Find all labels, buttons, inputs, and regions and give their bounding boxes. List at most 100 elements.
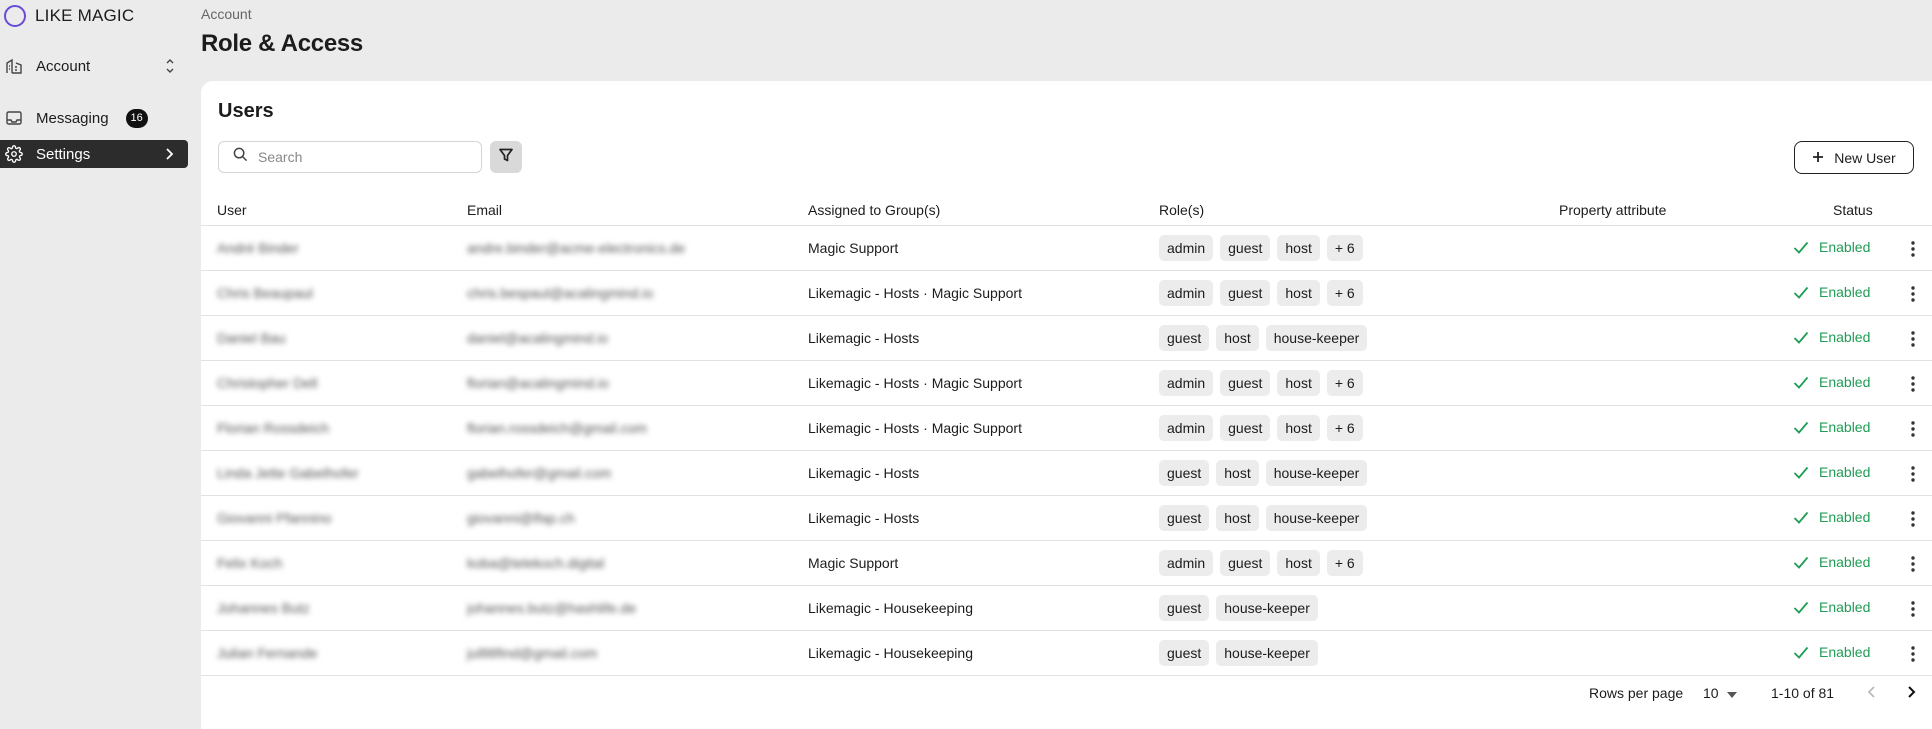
row-actions-button[interactable] (1905, 463, 1921, 485)
previous-page-button[interactable] (1862, 682, 1882, 705)
user-name: Julian Fernande (217, 645, 318, 661)
column-header-roles[interactable]: Role(s) (1159, 202, 1204, 218)
role-chip: guest (1159, 325, 1210, 351)
filter-button[interactable] (490, 141, 522, 173)
table-row[interactable]: Johannes Butz johannes.butz@hashlife.de Li… (201, 586, 1932, 631)
user-name: André Binder (217, 240, 299, 256)
more-vertical-icon (1911, 556, 1915, 572)
breadcrumb[interactable]: Account (201, 6, 252, 22)
column-header-groups[interactable]: Assigned to Group(s) (808, 202, 940, 218)
sidebar-item-messaging[interactable]: Messaging 16 (0, 104, 188, 132)
next-page-button[interactable] (1901, 682, 1921, 705)
new-user-button[interactable]: New User (1794, 141, 1914, 174)
role-chip: guest (1220, 235, 1271, 261)
table-row[interactable]: Christopher Dell florian@acalingmind.io Li… (201, 361, 1932, 406)
role-chips: admin guest host + 6 (1159, 370, 1363, 396)
role-chip: house-keeper (1265, 325, 1368, 351)
row-actions-button[interactable] (1905, 373, 1921, 395)
row-actions-button[interactable] (1905, 238, 1921, 260)
role-chip: guest (1159, 595, 1210, 621)
user-email: koba@telekoch.digital (467, 555, 605, 571)
table-row[interactable]: André Binder andre.binder@acme-electronic… (201, 226, 1932, 271)
search-input[interactable] (258, 149, 468, 165)
rows-per-page-select[interactable]: 10 (1703, 685, 1737, 701)
column-header-email[interactable]: Email (467, 202, 502, 218)
role-chips: guest house-keeper (1159, 640, 1318, 666)
user-groups: Likemagic - Hosts · Magic Support (808, 420, 1022, 436)
user-groups: Likemagic - Housekeeping (808, 645, 973, 661)
role-chips: guest house-keeper (1159, 595, 1318, 621)
role-chip: host (1277, 370, 1320, 396)
table-row[interactable]: Linda Jette Gabelhofer gabelhofer@gmail.c… (201, 451, 1932, 496)
sidebar-item-label: Messaging (36, 109, 109, 127)
status-text: Enabled (1819, 329, 1871, 345)
chevron-up-down-icon (164, 56, 176, 80)
user-name: Christopher Dell (217, 375, 318, 391)
search-box[interactable] (218, 141, 482, 173)
user-email: daniel@acalingmind.io (467, 330, 609, 346)
gear-icon (4, 144, 24, 164)
status-text: Enabled (1819, 644, 1871, 660)
row-actions-button[interactable] (1905, 283, 1921, 305)
role-chip: host (1277, 280, 1320, 306)
row-actions-button[interactable] (1905, 553, 1921, 575)
user-email: gabelhofer@gmail.com (467, 465, 612, 481)
column-header-user[interactable]: User (217, 202, 247, 218)
caret-down-icon (1726, 685, 1737, 701)
user-email: andre.binder@acme-electronics.de (467, 240, 686, 256)
sidebar-item-account[interactable]: Account (0, 52, 188, 80)
column-header-property[interactable]: Property attribute (1559, 202, 1666, 218)
more-vertical-icon (1911, 466, 1915, 482)
table-row[interactable]: Chris Beaupaul chris.bespaul@acalingmind.… (201, 271, 1932, 316)
sidebar: LIKE MAGIC Account Messaging 16 Settings (0, 0, 190, 729)
table-row[interactable]: Daniel Bau daniel@acalingmind.io Likemagic… (201, 316, 1932, 361)
user-groups: Likemagic - Housekeeping (808, 600, 973, 616)
users-card: Users New User User Email Assigned to Gr… (201, 81, 1932, 729)
status-text: Enabled (1819, 554, 1871, 570)
table-row[interactable]: Florian Rossdeich florian.rossdeich@gmail… (201, 406, 1932, 451)
more-vertical-icon (1911, 376, 1915, 392)
plus-icon (1812, 150, 1824, 166)
rows-per-page-label: Rows per page (1589, 685, 1684, 701)
status-badge: Enabled (1793, 239, 1870, 255)
role-chip: + 6 (1326, 280, 1363, 306)
brand-logo[interactable]: LIKE MAGIC (4, 5, 134, 27)
filter-icon (498, 147, 514, 168)
sidebar-item-settings[interactable]: Settings (0, 140, 188, 168)
user-groups: Likemagic - Hosts (808, 465, 920, 481)
row-actions-button[interactable] (1905, 508, 1921, 530)
check-icon (1793, 601, 1809, 614)
role-chip: admin (1159, 550, 1214, 576)
role-chip: admin (1159, 415, 1214, 441)
role-chip: house-keeper (1216, 640, 1318, 666)
user-name: Daniel Bau (217, 330, 286, 346)
user-name: Chris Beaupaul (217, 285, 313, 301)
role-chip: guest (1220, 370, 1271, 396)
chevron-right-icon (1908, 686, 1916, 698)
column-header-status[interactable]: Status (1833, 202, 1873, 218)
check-icon (1793, 646, 1809, 659)
status-badge: Enabled (1793, 284, 1870, 300)
role-chip: + 6 (1326, 415, 1363, 441)
row-actions-button[interactable] (1905, 418, 1921, 440)
status-badge: Enabled (1793, 374, 1870, 390)
check-icon (1793, 331, 1809, 344)
row-actions-button[interactable] (1905, 328, 1921, 350)
role-chip: host (1216, 325, 1259, 351)
status-text: Enabled (1819, 599, 1871, 615)
status-text: Enabled (1819, 284, 1871, 300)
row-actions-button[interactable] (1905, 598, 1921, 620)
user-email: johannes.butz@hashlife.de (467, 600, 637, 616)
table-row[interactable]: Giovanni Pfannino giovanni@lfap.ch Likemag… (201, 496, 1932, 541)
role-chips: admin guest host + 6 (1159, 280, 1363, 306)
table-row[interactable]: Julian Fernande jul88find@gmail.com Likema… (201, 631, 1932, 676)
more-vertical-icon (1911, 646, 1915, 662)
status-badge: Enabled (1793, 509, 1870, 525)
user-email: giovanni@lfap.ch (467, 510, 575, 526)
role-chips: guest host house-keeper (1159, 325, 1368, 351)
row-actions-button[interactable] (1905, 643, 1921, 665)
table-row[interactable]: Felix Koch koba@telekoch.digital Magic Sup… (201, 541, 1932, 586)
status-text: Enabled (1819, 509, 1871, 525)
role-chip: host (1277, 235, 1320, 261)
status-text: Enabled (1819, 239, 1871, 255)
